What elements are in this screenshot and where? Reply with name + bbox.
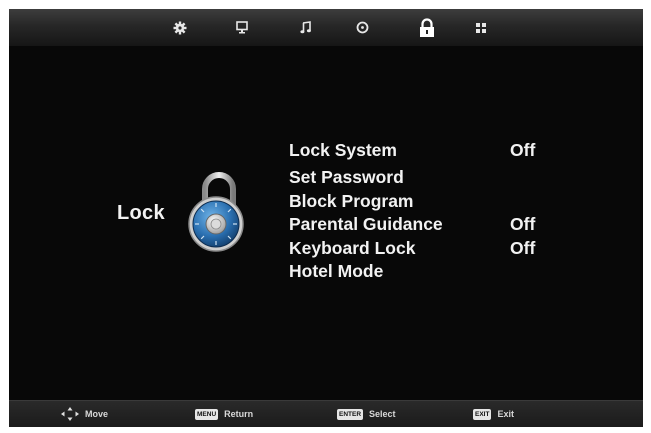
hint-label: Select	[369, 409, 396, 419]
hint-move: Move	[61, 401, 108, 427]
tv-screen: Lock Lock System Off Set Password Block …	[9, 9, 643, 427]
menu-item-set-password[interactable]: Set Password	[289, 166, 579, 190]
hint-bar: Move MENU Return ENTER Select EXIT Exit	[9, 400, 643, 427]
menu-item-label: Block Program	[289, 190, 414, 211]
section-title: Lock	[117, 202, 165, 224]
menu-item-lock-system[interactable]: Lock System Off	[289, 139, 579, 166]
exit-key-icon: EXIT	[473, 408, 492, 420]
hint-label: Move	[85, 409, 109, 419]
menu-item-label: Lock System	[289, 140, 397, 160]
grid-icon	[476, 22, 486, 33]
tab-options[interactable]	[461, 9, 501, 46]
combination-padlock-icon	[185, 167, 247, 262]
hint-label: Exit	[497, 409, 514, 419]
four-way-arrows-icon	[61, 407, 79, 421]
menu-item-block-program[interactable]: Block Program	[289, 190, 579, 214]
hint-exit: EXIT Exit	[473, 401, 514, 427]
menu-item-hotel-mode[interactable]: Hotel Mode	[289, 260, 579, 284]
tab-settings[interactable]	[160, 9, 200, 46]
hint-select: ENTER Select	[337, 401, 396, 427]
gear-icon	[173, 21, 187, 34]
tab-sound[interactable]	[286, 9, 326, 46]
menu-item-value: Off	[510, 237, 536, 258]
menu-item-label: Keyboard Lock	[289, 237, 416, 258]
menu-item-label: Hotel Mode	[289, 261, 384, 282]
clock-icon	[356, 21, 368, 34]
menu-item-value: Off	[510, 140, 536, 160]
lock-icon	[420, 17, 434, 37]
tab-picture[interactable]	[222, 9, 262, 46]
menu-item-label: Parental Guidance	[289, 214, 443, 235]
enter-key-icon: ENTER	[337, 408, 364, 420]
tab-time[interactable]	[342, 9, 382, 46]
lock-menu: Lock System Off Set Password Block Progr…	[289, 139, 579, 284]
music-note-icon	[300, 21, 311, 34]
hint-return: MENU Return	[195, 401, 253, 427]
menu-tab-bar	[9, 9, 643, 46]
monitor-icon	[236, 21, 248, 34]
menu-key-icon: MENU	[195, 408, 219, 420]
menu-item-keyboard-lock[interactable]: Keyboard Lock Off	[289, 237, 579, 261]
menu-item-parental-guidance[interactable]: Parental Guidance Off	[289, 213, 579, 237]
tab-lock[interactable]	[407, 9, 447, 46]
menu-item-label: Set Password	[289, 167, 404, 187]
menu-item-value: Off	[510, 214, 536, 235]
hint-label: Return	[224, 409, 254, 419]
